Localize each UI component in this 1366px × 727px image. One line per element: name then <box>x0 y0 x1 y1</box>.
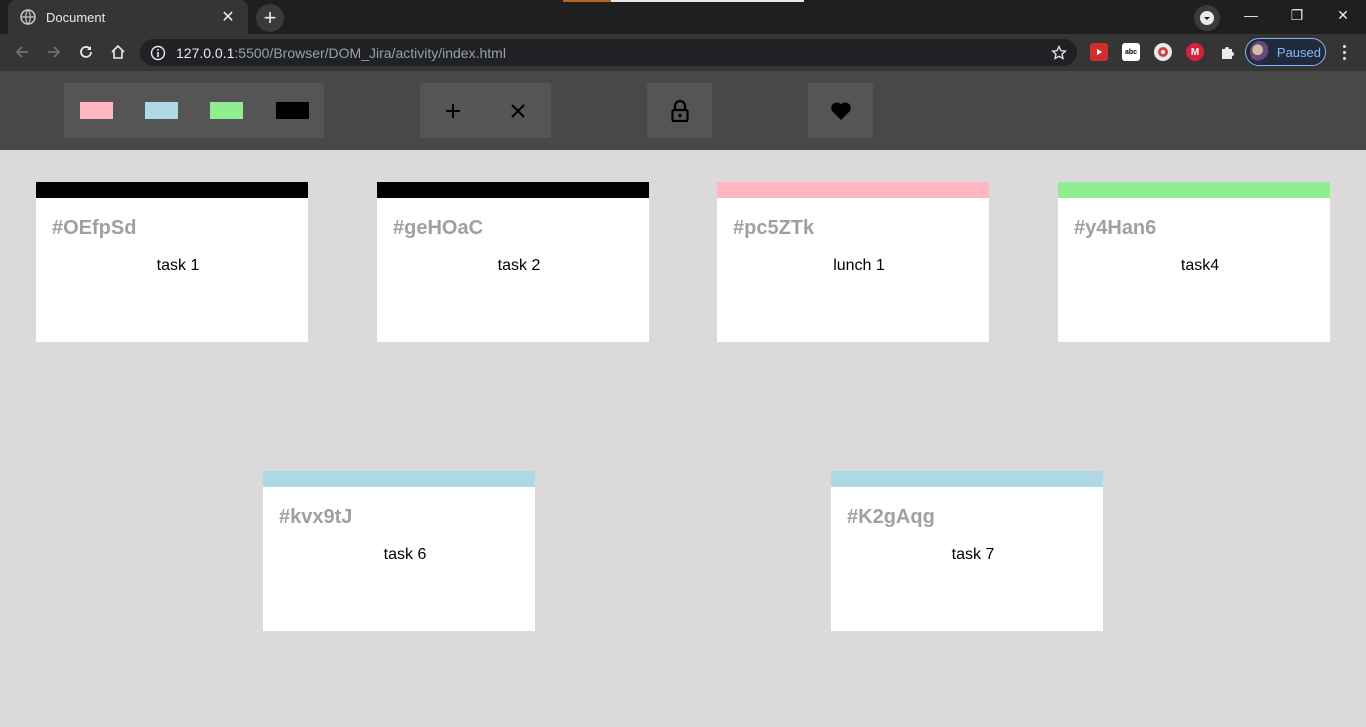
disc-extension-icon[interactable] <box>1154 43 1172 61</box>
ticket-color-bar[interactable] <box>1058 182 1330 198</box>
avatar <box>1250 41 1269 63</box>
ticket-card[interactable]: #pc5ZTk lunch 1 <box>717 182 989 342</box>
lock-group <box>647 83 712 138</box>
minimize-button[interactable]: — <box>1228 0 1274 30</box>
star-icon[interactable] <box>1051 44 1067 61</box>
app-toolbar <box>0 71 1366 150</box>
color-filter-black[interactable] <box>276 102 309 119</box>
ticket-id: #pc5ZTk <box>733 217 815 239</box>
color-filter-green[interactable] <box>210 102 243 119</box>
ticket-task[interactable]: task 6 <box>263 546 535 564</box>
ticket-card[interactable]: #K2gAqg task 7 <box>831 471 1103 631</box>
forward-button[interactable] <box>40 38 68 66</box>
color-filter-group <box>64 83 324 138</box>
youtube-extension-icon[interactable] <box>1090 43 1108 61</box>
puzzle-icon[interactable] <box>1218 43 1236 61</box>
new-tab-button[interactable]: + <box>256 4 284 32</box>
browser-toolbar: 127.0.0.1:5500/Browser/DOM_Jira/activity… <box>0 34 1366 71</box>
restore-button[interactable]: ❐ <box>1274 0 1320 30</box>
tab-search-button[interactable] <box>1194 5 1220 31</box>
tab-title: Document <box>46 9 106 25</box>
home-button[interactable] <box>104 38 132 66</box>
close-window-button[interactable]: ✕ <box>1320 0 1366 30</box>
mega-extension-icon[interactable]: M <box>1186 43 1204 61</box>
ticket-id: #K2gAqg <box>847 506 935 528</box>
browser-menu-icon[interactable] <box>1336 38 1352 66</box>
remove-button[interactable] <box>485 83 551 138</box>
tab-strip-accent-2 <box>611 0 804 2</box>
color-filter-blue[interactable] <box>145 102 178 119</box>
lock-button[interactable] <box>647 83 712 138</box>
color-filter-pink[interactable] <box>80 102 113 119</box>
ticket-task[interactable]: lunch 1 <box>717 257 989 275</box>
profile-status: Paused <box>1276 44 1321 60</box>
info-icon[interactable] <box>150 45 166 61</box>
ticket-id: #y4Han6 <box>1074 217 1157 239</box>
ticket-color-bar[interactable] <box>263 471 535 487</box>
heart-icon <box>830 101 851 120</box>
extension-icon[interactable]: abc <box>1122 43 1140 61</box>
plus-icon <box>445 103 460 118</box>
reload-icon <box>80 46 92 58</box>
lock-icon <box>670 99 689 122</box>
address-bar[interactable]: 127.0.0.1:5500/Browser/DOM_Jira/activity… <box>140 39 1077 66</box>
profile-button[interactable]: Paused <box>1245 38 1326 66</box>
tab-close-icon[interactable]: ✕ <box>220 7 236 27</box>
back-button[interactable] <box>8 38 36 66</box>
ticket-card[interactable]: #OEfpSd task 1 <box>36 182 308 342</box>
add-button[interactable] <box>420 83 485 138</box>
browser-tab[interactable]: Document ✕ <box>8 0 248 34</box>
ticket-color-bar[interactable] <box>831 471 1103 487</box>
ticket-card[interactable]: #y4Han6 task4 <box>1058 182 1330 342</box>
browser-tab-strip: Document ✕ + — ❐ ✕ <box>0 0 1366 34</box>
reload-button[interactable] <box>72 38 100 66</box>
chevron-down-icon <box>1200 11 1214 25</box>
ticket-id: #kvx9tJ <box>279 506 353 528</box>
action-group <box>420 83 551 138</box>
ticket-color-bar[interactable] <box>717 182 989 198</box>
ticket-task[interactable]: task 7 <box>831 546 1103 564</box>
close-icon <box>511 103 525 118</box>
ticket-id: #OEfpSd <box>52 217 137 239</box>
ticket-card[interactable]: #geHOaC task 2 <box>377 182 649 342</box>
ticket-task[interactable]: task 2 <box>377 257 649 275</box>
heart-button[interactable] <box>808 83 873 138</box>
ticket-task[interactable]: task4 <box>1058 257 1330 275</box>
url-text[interactable]: 127.0.0.1:5500/Browser/DOM_Jira/activity… <box>176 45 1051 61</box>
url-host: 127.0.0.1 <box>176 44 235 61</box>
ticket-id: #geHOaC <box>393 217 484 239</box>
ticket-color-bar[interactable] <box>36 182 308 198</box>
globe-icon <box>20 9 36 25</box>
url-path: :5500/Browser/DOM_Jira/activity/index.ht… <box>234 44 506 61</box>
favorite-group <box>808 83 873 138</box>
back-arrow-icon <box>15 46 28 58</box>
ticket-color-bar[interactable] <box>377 182 649 198</box>
forward-arrow-icon <box>48 46 61 58</box>
ticket-card[interactable]: #kvx9tJ task 6 <box>263 471 535 631</box>
tab-strip-accent <box>563 0 611 2</box>
home-icon <box>111 44 125 59</box>
ticket-task[interactable]: task 1 <box>36 257 308 275</box>
